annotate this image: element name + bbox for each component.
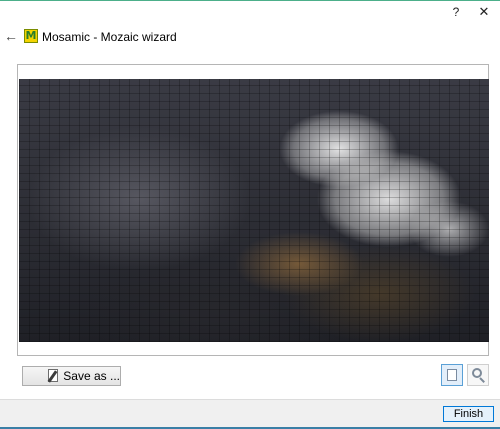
fit-view-button[interactable] <box>441 364 463 386</box>
close-button[interactable]: ✕ <box>472 3 496 21</box>
help-button[interactable]: ? <box>446 3 466 21</box>
window-title: Mosamic - Mozaic wizard <box>42 30 177 44</box>
window-top-border <box>0 0 500 1</box>
save-as-icon <box>46 369 59 383</box>
finish-button[interactable]: Finish <box>443 406 494 422</box>
zoom-button[interactable] <box>467 364 489 386</box>
app-logo-icon: M <box>24 29 38 43</box>
back-arrow-icon[interactable]: ← <box>3 28 19 44</box>
save-as-label: Save as ... <box>63 369 120 383</box>
mosaic-preview-image <box>19 79 489 342</box>
save-as-button[interactable]: Save as ... <box>22 366 121 386</box>
page-fit-icon <box>447 369 457 381</box>
footer-bar <box>0 399 500 429</box>
